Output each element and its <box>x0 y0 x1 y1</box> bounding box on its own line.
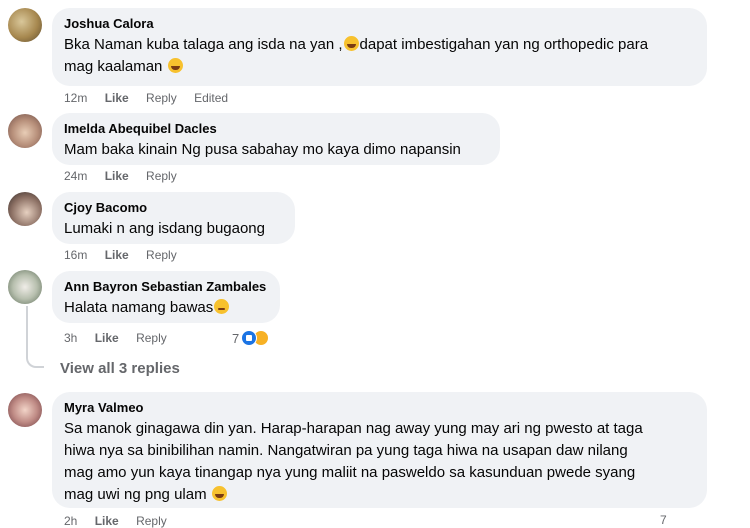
comment-time[interactable]: 2h <box>64 514 77 528</box>
comment-actions: 12m Like Reply Edited <box>64 91 242 105</box>
commenter-name[interactable]: Joshua Calora <box>64 16 695 32</box>
avatar[interactable] <box>8 8 42 42</box>
commenter-name[interactable]: Imelda Abequibel Dacles <box>64 121 488 137</box>
reaction-summary[interactable]: 7 <box>232 329 270 347</box>
comment-time[interactable]: 12m <box>64 91 87 105</box>
eye-roll-emoji-icon <box>214 299 230 314</box>
reaction-summary[interactable]: 7 <box>660 513 667 527</box>
comment-bubble: Myra Valmeo Sa manok ginagawa din yan. H… <box>52 392 707 508</box>
view-replies-link[interactable]: View all 3 replies <box>60 360 180 378</box>
laughing-emoji-icon <box>343 36 359 51</box>
reaction-count: 7 <box>232 330 240 346</box>
laughing-emoji-icon <box>167 58 183 73</box>
like-button[interactable]: Like <box>95 514 119 528</box>
avatar[interactable] <box>8 192 42 226</box>
reply-button[interactable]: Reply <box>146 169 177 183</box>
comment-text: Mam baka kinain Ng pusa sabahay mo kaya … <box>64 141 461 158</box>
comment-actions: 24m Like Reply <box>64 169 191 183</box>
commenter-name[interactable]: Ann Bayron Sebastian Zambales <box>64 279 268 295</box>
like-button[interactable]: Like <box>105 91 129 105</box>
comment-bubble: Ann Bayron Sebastian Zambales Halata nam… <box>52 271 280 323</box>
comment-bubble: Cjoy Bacomo Lumaki n ang isdang bugaong <box>52 192 295 244</box>
like-button[interactable]: Like <box>105 169 129 183</box>
comment-actions: 3h Like Reply <box>64 331 181 345</box>
avatar[interactable] <box>8 270 42 304</box>
comment-text: Bka Naman kuba talaga ang isda na yan ,d… <box>64 36 649 75</box>
comment-text: Halata namang bawas <box>64 297 268 319</box>
commenter-name[interactable]: Cjoy Bacomo <box>64 200 283 216</box>
comment-actions: 16m Like Reply <box>64 248 191 262</box>
comment-text: Lumaki n ang isdang bugaong <box>64 220 265 237</box>
comment-text: Sa manok ginagawa din yan. Harap-harapan… <box>64 420 643 503</box>
reaction-count: 7 <box>660 513 667 527</box>
grinning-emoji-icon <box>211 486 227 501</box>
thread-connector <box>26 306 44 368</box>
comment-time[interactable]: 24m <box>64 169 87 183</box>
edited-label[interactable]: Edited <box>194 91 228 105</box>
like-button[interactable]: Like <box>105 248 129 262</box>
comment-bubble: Joshua Calora Bka Naman kuba talaga ang … <box>52 8 707 86</box>
like-button[interactable]: Like <box>95 331 119 345</box>
reply-button[interactable]: Reply <box>146 91 177 105</box>
commenter-name[interactable]: Myra Valmeo <box>64 400 695 416</box>
comment-time[interactable]: 16m <box>64 248 87 262</box>
avatar[interactable] <box>8 393 42 427</box>
reply-button[interactable]: Reply <box>146 248 177 262</box>
comment-bubble: Imelda Abequibel Dacles Mam baka kinain … <box>52 113 500 165</box>
comment-actions: 2h Like Reply <box>64 514 181 528</box>
reply-button[interactable]: Reply <box>136 514 167 528</box>
comment-time[interactable]: 3h <box>64 331 77 345</box>
avatar[interactable] <box>8 114 42 148</box>
reply-button[interactable]: Reply <box>136 331 167 345</box>
